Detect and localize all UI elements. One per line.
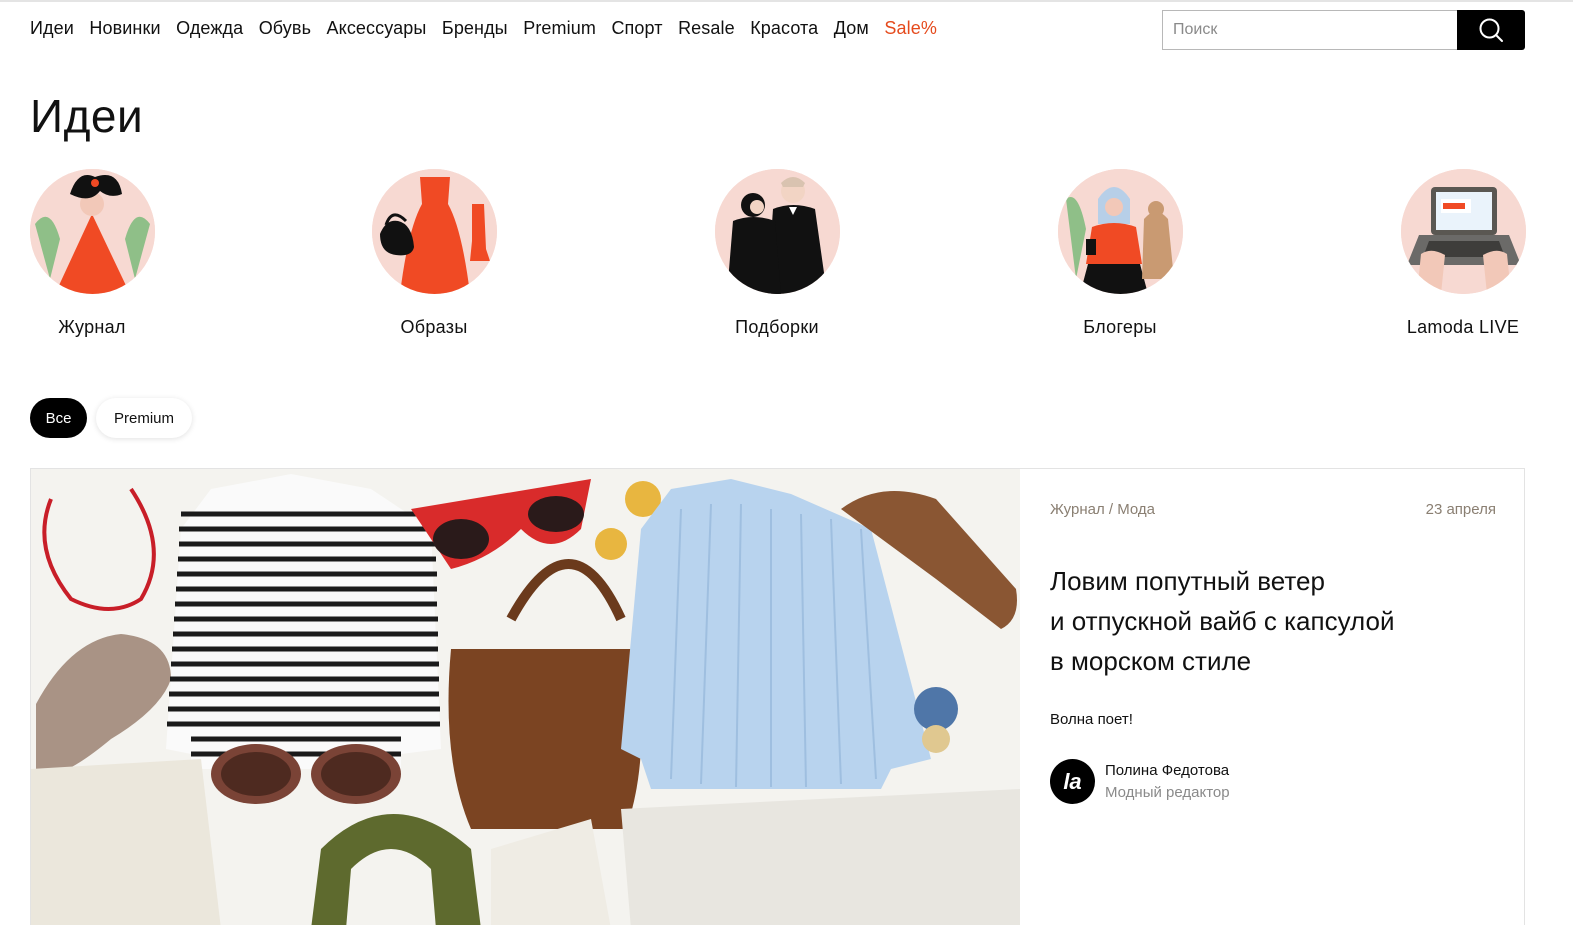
- woman-illustration-icon: [29, 169, 155, 294]
- nav-item-accessories[interactable]: Аксессуары: [327, 17, 427, 39]
- category-label: Lamoda LIVE: [1406, 317, 1520, 337]
- nav-item-sport[interactable]: Спорт: [611, 17, 662, 39]
- breadcrumb-subsection[interactable]: Мода: [1117, 501, 1155, 518]
- dress-illustration-icon: [371, 169, 497, 294]
- article-author: la Полина Федотова Модный редактор: [1050, 759, 1230, 804]
- search-button[interactable]: [1457, 10, 1525, 50]
- laptop-illustration-icon: [1400, 169, 1526, 294]
- author-name: Полина Федотова: [1105, 761, 1230, 779]
- nav-item-sale[interactable]: Sale%: [884, 17, 937, 39]
- main-nav: Идеи Новинки Одежда Обувь Аксессуары Бре…: [30, 17, 952, 39]
- category-lamoda-live[interactable]: Lamoda LIVE: [1373, 169, 1553, 338]
- nav-item-resale[interactable]: Resale: [678, 17, 735, 39]
- top-border: [0, 0, 1573, 2]
- nav-item-beauty[interactable]: Красота: [750, 17, 818, 39]
- category-bloggers[interactable]: Блогеры: [1030, 169, 1210, 338]
- page-title: Идеи: [30, 90, 144, 142]
- nav-item-clothing[interactable]: Одежда: [176, 17, 243, 39]
- category-looks[interactable]: Образы: [344, 169, 524, 338]
- category-label: Образы: [400, 317, 468, 337]
- category-journal[interactable]: Журнал: [2, 169, 182, 338]
- nav-item-ideas[interactable]: Идеи: [30, 17, 74, 39]
- nav-item-home[interactable]: Дом: [834, 17, 869, 39]
- couple-illustration-icon: [714, 169, 840, 294]
- search-input[interactable]: [1162, 10, 1457, 50]
- article-title[interactable]: Ловим попутный ветер и отпускной вайб с …: [1050, 561, 1480, 681]
- article-title-line: Ловим попутный ветер: [1050, 566, 1325, 596]
- breadcrumb-section[interactable]: Журнал: [1050, 501, 1105, 518]
- author-info: Полина Федотова Модный редактор: [1105, 760, 1230, 804]
- article-date: 23 апреля: [1425, 501, 1496, 518]
- article-body: Журнал / Мода 23 апреля Ловим попутный в…: [1050, 469, 1526, 925]
- article-title-line: и отпускной вайб с капсулой: [1050, 606, 1395, 636]
- breadcrumb-separator: /: [1108, 501, 1114, 518]
- author-role: Модный редактор: [1105, 783, 1230, 801]
- nav-item-premium[interactable]: Premium: [523, 17, 596, 39]
- blogger-illustration-icon: [1057, 169, 1183, 294]
- article-title-line: в морском стиле: [1050, 646, 1252, 676]
- category-collections[interactable]: Подборки: [687, 169, 867, 338]
- nav-item-brands[interactable]: Бренды: [442, 17, 508, 39]
- article-lead: Волна поет!: [1050, 711, 1133, 728]
- search-bar: [1162, 10, 1525, 50]
- search-icon: [1479, 18, 1503, 42]
- category-label: Журнал: [58, 317, 126, 337]
- article-card[interactable]: Журнал / Мода 23 апреля Ловим попутный в…: [30, 468, 1525, 925]
- category-label: Подборки: [735, 317, 819, 337]
- article-breadcrumb: Журнал / Мода: [1050, 501, 1155, 518]
- category-label: Блогеры: [1083, 317, 1157, 337]
- nav-item-shoes[interactable]: Обувь: [259, 17, 311, 39]
- article-image[interactable]: [31, 469, 1020, 925]
- filter-premium[interactable]: Premium: [96, 398, 192, 438]
- nav-item-new[interactable]: Новинки: [89, 17, 160, 39]
- filter-all[interactable]: Все: [30, 398, 87, 438]
- avatar: la: [1050, 759, 1095, 804]
